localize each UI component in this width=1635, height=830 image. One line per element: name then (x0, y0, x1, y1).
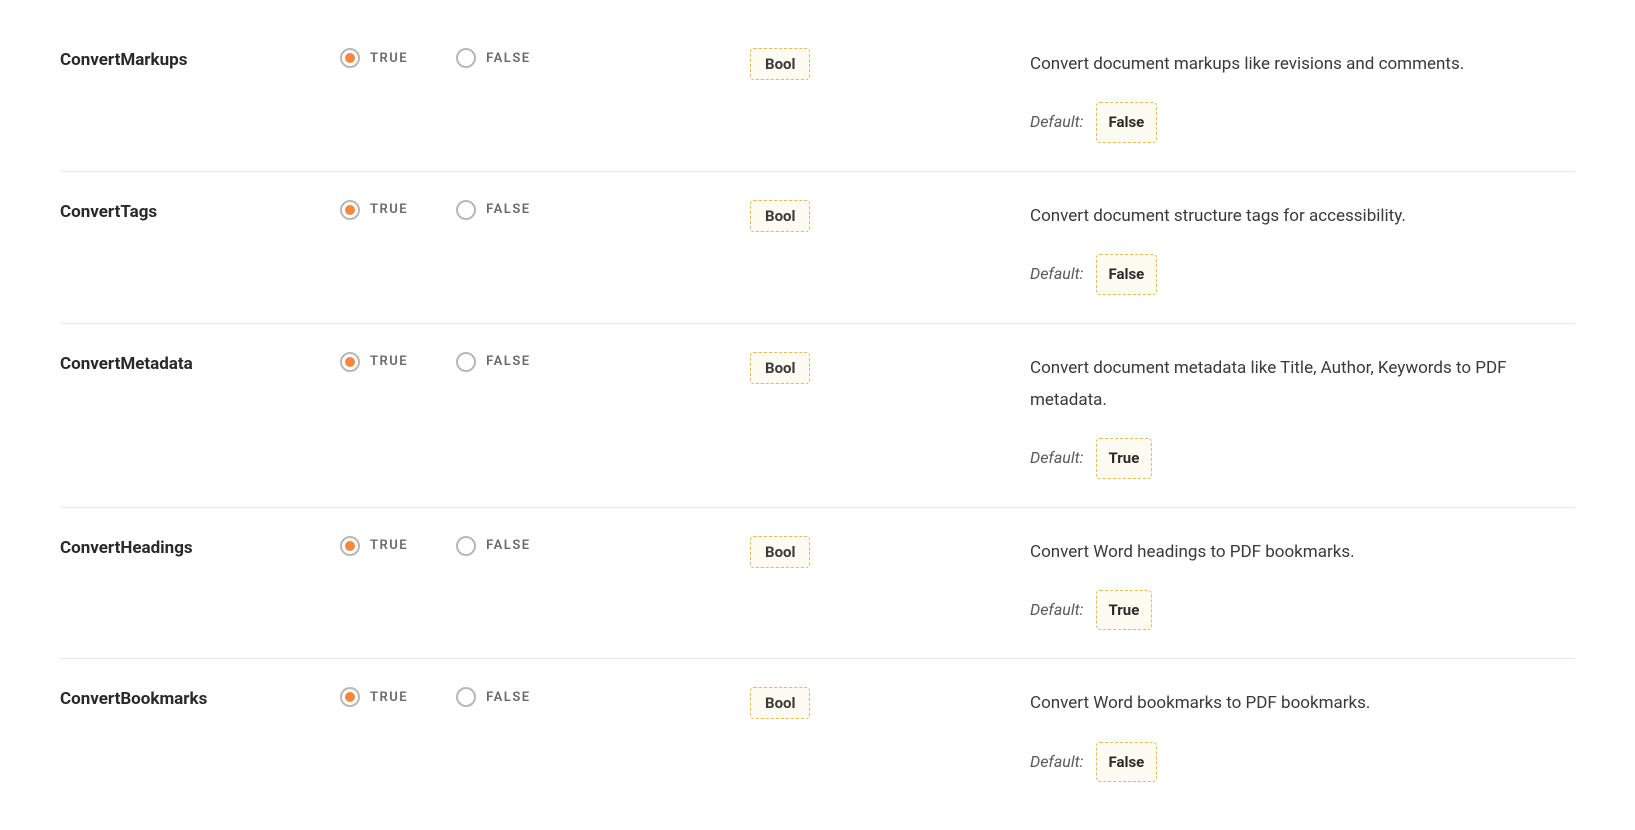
radio-icon (340, 48, 360, 68)
radio-icon (456, 200, 476, 220)
default-label: Default: (1030, 259, 1084, 289)
option-name: ConvertMetadata (60, 352, 340, 374)
type-column: Bool (750, 352, 1030, 384)
radio-label-true: TRUE (370, 354, 408, 369)
radio-icon (340, 536, 360, 556)
description-text: Convert Word bookmarks to PDF bookmarks. (1030, 687, 1575, 719)
radio-icon (456, 536, 476, 556)
default-label: Default: (1030, 595, 1084, 625)
default-line: Default: True (1030, 590, 1575, 631)
radio-option-true[interactable]: TRUE (340, 48, 408, 68)
description-column: Convert document structure tags for acce… (1030, 200, 1575, 295)
option-name: ConvertBookmarks (60, 687, 340, 709)
default-value: True (1096, 438, 1153, 479)
radio-option-false[interactable]: FALSE (456, 536, 530, 556)
default-value: True (1096, 590, 1153, 631)
description-column: Convert Word bookmarks to PDF bookmarks.… (1030, 687, 1575, 782)
default-line: Default: False (1030, 254, 1575, 295)
default-label: Default: (1030, 443, 1084, 473)
description-text: Convert document markups like revisions … (1030, 48, 1575, 80)
description-text: Convert Word headings to PDF bookmarks. (1030, 536, 1575, 568)
option-name: ConvertTags (60, 200, 340, 222)
radio-label-true: TRUE (370, 538, 408, 553)
option-name: ConvertHeadings (60, 536, 340, 558)
option-row: ConvertMetadata TRUE FALSE Bool Convert docu… (60, 324, 1575, 508)
default-value: False (1096, 102, 1158, 143)
radio-label-true: TRUE (370, 690, 408, 705)
option-name: ConvertMarkups (60, 48, 340, 70)
type-column: Bool (750, 48, 1030, 80)
type-column: Bool (750, 687, 1030, 719)
radio-label-true: TRUE (370, 51, 408, 66)
radio-option-false[interactable]: FALSE (456, 687, 530, 707)
type-badge: Bool (750, 48, 810, 80)
radio-label-false: FALSE (486, 690, 530, 705)
radio-option-true[interactable]: TRUE (340, 536, 408, 556)
radio-option-true[interactable]: TRUE (340, 687, 408, 707)
description-text: Convert document structure tags for acce… (1030, 200, 1575, 232)
radio-icon (456, 352, 476, 372)
radio-icon (456, 48, 476, 68)
default-label: Default: (1030, 747, 1084, 777)
option-row: ConvertHeadings TRUE FALSE Bool Convert Word… (60, 508, 1575, 660)
radio-label-false: FALSE (486, 202, 530, 217)
radio-label-false: FALSE (486, 354, 530, 369)
radio-group: TRUE FALSE (340, 48, 750, 68)
default-label: Default: (1030, 107, 1084, 137)
type-column: Bool (750, 200, 1030, 232)
description-column: Convert document metadata like Title, Au… (1030, 352, 1575, 479)
default-value: False (1096, 742, 1158, 783)
description-column: Convert Word headings to PDF bookmarks. D… (1030, 536, 1575, 631)
option-row: ConvertMarkups TRUE FALSE Bool Convert docum… (60, 20, 1575, 172)
description-column: Convert document markups like revisions … (1030, 48, 1575, 143)
default-line: Default: False (1030, 742, 1575, 783)
default-value: False (1096, 254, 1158, 295)
type-column: Bool (750, 536, 1030, 568)
option-row: ConvertTags TRUE FALSE Bool Convert document… (60, 172, 1575, 324)
radio-icon (340, 200, 360, 220)
radio-label-false: FALSE (486, 538, 530, 553)
radio-option-false[interactable]: FALSE (456, 352, 530, 372)
radio-label-true: TRUE (370, 202, 408, 217)
radio-option-false[interactable]: FALSE (456, 200, 530, 220)
radio-group: TRUE FALSE (340, 536, 750, 556)
type-badge: Bool (750, 352, 810, 384)
radio-option-true[interactable]: TRUE (340, 200, 408, 220)
description-text: Convert document metadata like Title, Au… (1030, 352, 1575, 417)
default-line: Default: False (1030, 102, 1575, 143)
option-row: ConvertBookmarks TRUE FALSE Bool Convert Wor… (60, 659, 1575, 810)
radio-option-false[interactable]: FALSE (456, 48, 530, 68)
radio-option-true[interactable]: TRUE (340, 352, 408, 372)
radio-icon (456, 687, 476, 707)
type-badge: Bool (750, 200, 810, 232)
radio-label-false: FALSE (486, 51, 530, 66)
default-line: Default: True (1030, 438, 1575, 479)
radio-icon (340, 352, 360, 372)
type-badge: Bool (750, 687, 810, 719)
radio-icon (340, 687, 360, 707)
radio-group: TRUE FALSE (340, 200, 750, 220)
radio-group: TRUE FALSE (340, 352, 750, 372)
radio-group: TRUE FALSE (340, 687, 750, 707)
type-badge: Bool (750, 536, 810, 568)
